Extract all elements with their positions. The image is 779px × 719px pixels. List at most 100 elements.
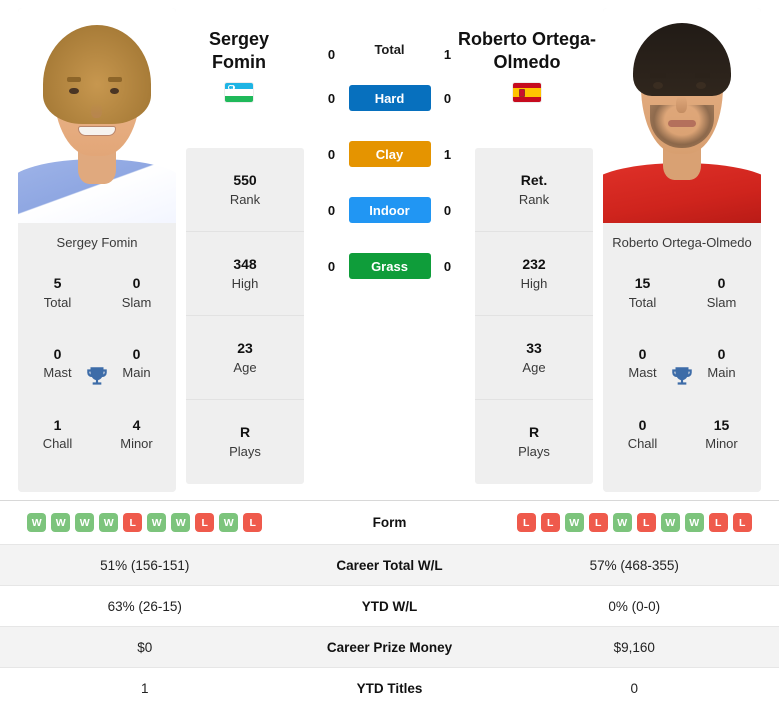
row-label-career-total-wl: Career Total W/L [336, 557, 443, 573]
left-form-strip: WWWWLWWLWL [0, 513, 290, 532]
h2h-grass-label[interactable]: Grass [348, 253, 431, 279]
left-player-photo [18, 8, 176, 223]
h2h-clay-right-score: 1 [443, 146, 452, 162]
head-to-head-column: 0 Total 1 0 Hard 0 0 Clay 1 0 Indoor 0 0 [304, 0, 475, 492]
spain-flag-icon [513, 83, 541, 102]
h2h-total-left-score: 0 [327, 47, 336, 62]
left-player-name-header[interactable]: Sergey Fomin [186, 28, 292, 102]
left-title-chall: 1 Chall [42, 417, 73, 452]
row-label-career-prize-money: Career Prize Money [326, 639, 453, 655]
h2h-row-grass: 0 Grass 0 [304, 238, 475, 294]
right-form-strip: LLWLWLWWLL [490, 513, 779, 532]
form-badge-loss: L [708, 513, 728, 532]
h2h-total-label: Total [374, 41, 405, 57]
right-player-name: Roberto Ortega-Olmedo [457, 29, 596, 72]
left-stat-age: 23 Age [186, 316, 304, 400]
right-ytd-wl: 0% (0-0) [608, 598, 661, 614]
row-label-ytd-wl: YTD W/L [361, 598, 418, 614]
right-title-slam: 0 Slam [706, 275, 737, 310]
comparison-table: WWWWLWWLWL Form LLWLWLWWLL 51% (156-151)… [0, 500, 779, 708]
player-comparison-top: Sergey Fomin 5 Total 0 Slam 0 Mast 0 Mai… [0, 0, 779, 492]
right-stat-high: 232 High [475, 232, 593, 316]
form-badge-win: W [27, 513, 47, 532]
right-player-card[interactable]: Roberto Ortega-Olmedo 15 Total 0 Slam 0 … [603, 8, 761, 492]
left-title-total: 5 Total [43, 275, 72, 310]
form-badge-win: W [147, 513, 167, 532]
form-badge-win: W [219, 513, 239, 532]
form-badge-loss: L [636, 513, 656, 532]
trophy-icon [672, 366, 692, 385]
form-badge-loss: L [195, 513, 215, 532]
left-ytd-titles: 1 [140, 680, 149, 696]
table-row-career-total-wl: 51% (156-151) Career Total W/L 57% (468-… [0, 544, 779, 585]
table-row-ytd-wl: 63% (26-15) YTD W/L 0% (0-0) [0, 585, 779, 626]
left-title-minor: 4 Minor [120, 417, 153, 452]
h2h-clay-left-score: 0 [327, 146, 336, 162]
right-title-total: 15 Total [628, 275, 657, 310]
left-title-slam: 0 Slam [121, 275, 152, 310]
form-badge-win: W [660, 513, 680, 532]
right-stat-age: 33 Age [475, 316, 593, 400]
left-stat-rank: 550 Rank [186, 148, 304, 232]
h2h-row-clay: 0 Clay 1 [304, 126, 475, 182]
form-badge-win: W [75, 513, 95, 532]
h2h-indoor-label[interactable]: Indoor [348, 197, 431, 223]
left-player-portrait [18, 8, 176, 223]
form-badge-loss: L [540, 513, 560, 532]
row-label-ytd-titles: YTD Titles [356, 680, 423, 696]
right-form-cell: LLWLWLWWLL [490, 513, 779, 532]
right-ytd-titles: 0 [630, 680, 638, 696]
right-titles-grid: 15 Total 0 Slam 0 Mast 0 Main 0 Chall 15… [603, 261, 761, 492]
h2h-comparison-page: Sergey Fomin 5 Total 0 Slam 0 Mast 0 Mai… [0, 0, 779, 719]
right-career-prize-money: $9,160 [613, 639, 655, 655]
left-titles-grid: 5 Total 0 Slam 0 Mast 0 Main 1 Chall 4 M… [18, 261, 176, 492]
h2h-clay-label[interactable]: Clay [348, 141, 431, 167]
form-badge-loss: L [516, 513, 536, 532]
form-badge-loss: L [732, 513, 752, 532]
table-row-ytd-titles: 1 YTD Titles 0 [0, 667, 779, 708]
h2h-grass-right-score: 0 [443, 258, 452, 274]
left-stat-plays: R Plays [229, 424, 261, 460]
right-player-portrait [603, 8, 761, 223]
right-career-total-wl: 57% (468-355) [589, 557, 679, 573]
left-form-cell: WWWWLWWLWL [0, 513, 290, 532]
left-player-photo-caption: Sergey Fomin [18, 223, 176, 262]
right-player-photo [603, 8, 761, 223]
h2h-grass-left-score: 0 [327, 258, 336, 274]
h2h-row-hard: 0 Hard 0 [304, 70, 475, 126]
h2h-hard-label[interactable]: Hard [348, 85, 431, 111]
form-badge-win: W [564, 513, 584, 532]
left-stat-column: 550 Rank 348 High 23 Age R Plays [186, 148, 304, 484]
row-label-form: Form [372, 515, 407, 530]
right-title-minor: 15 Minor [705, 417, 738, 452]
left-career-prize-money: $0 [137, 639, 153, 655]
h2h-row-indoor: 0 Indoor 0 [304, 182, 475, 238]
left-player-name: Sergey Fomin [208, 29, 270, 72]
uzbekistan-flag-icon [225, 83, 253, 102]
right-stat-column: Ret. Rank 232 High 33 Age R Plays [475, 148, 593, 484]
form-badge-win: W [684, 513, 704, 532]
right-title-chall: 0 Chall [627, 417, 658, 452]
right-player-photo-caption: Roberto Ortega-Olmedo [603, 223, 761, 262]
form-badge-win: W [171, 513, 191, 532]
form-badge-loss: L [123, 513, 143, 532]
h2h-indoor-right-score: 0 [443, 202, 452, 218]
form-badge-win: W [51, 513, 71, 532]
h2h-row-total: 0 Total 1 [304, 8, 475, 70]
left-stat-high: 348 High [186, 232, 304, 316]
form-badge-win: W [612, 513, 632, 532]
left-career-total-wl: 51% (156-151) [100, 557, 190, 573]
h2h-indoor-left-score: 0 [327, 202, 336, 218]
form-badge-loss: L [588, 513, 608, 532]
form-badge-win: W [99, 513, 119, 532]
left-ytd-wl: 63% (26-15) [107, 598, 182, 614]
right-stat-rank: Ret. Rank [475, 148, 593, 232]
trophy-icon [87, 366, 107, 385]
form-badge-loss: L [243, 513, 263, 532]
right-stat-plays: R Plays [518, 424, 550, 460]
left-player-card[interactable]: Sergey Fomin 5 Total 0 Slam 0 Mast 0 Mai… [18, 8, 176, 492]
table-row-form: WWWWLWWLWL Form LLWLWLWWLL [0, 500, 779, 544]
right-player-name-header[interactable]: Roberto Ortega-Olmedo [452, 28, 602, 102]
table-row-career-prize-money: $0 Career Prize Money $9,160 [0, 626, 779, 667]
h2h-hard-left-score: 0 [327, 90, 336, 106]
